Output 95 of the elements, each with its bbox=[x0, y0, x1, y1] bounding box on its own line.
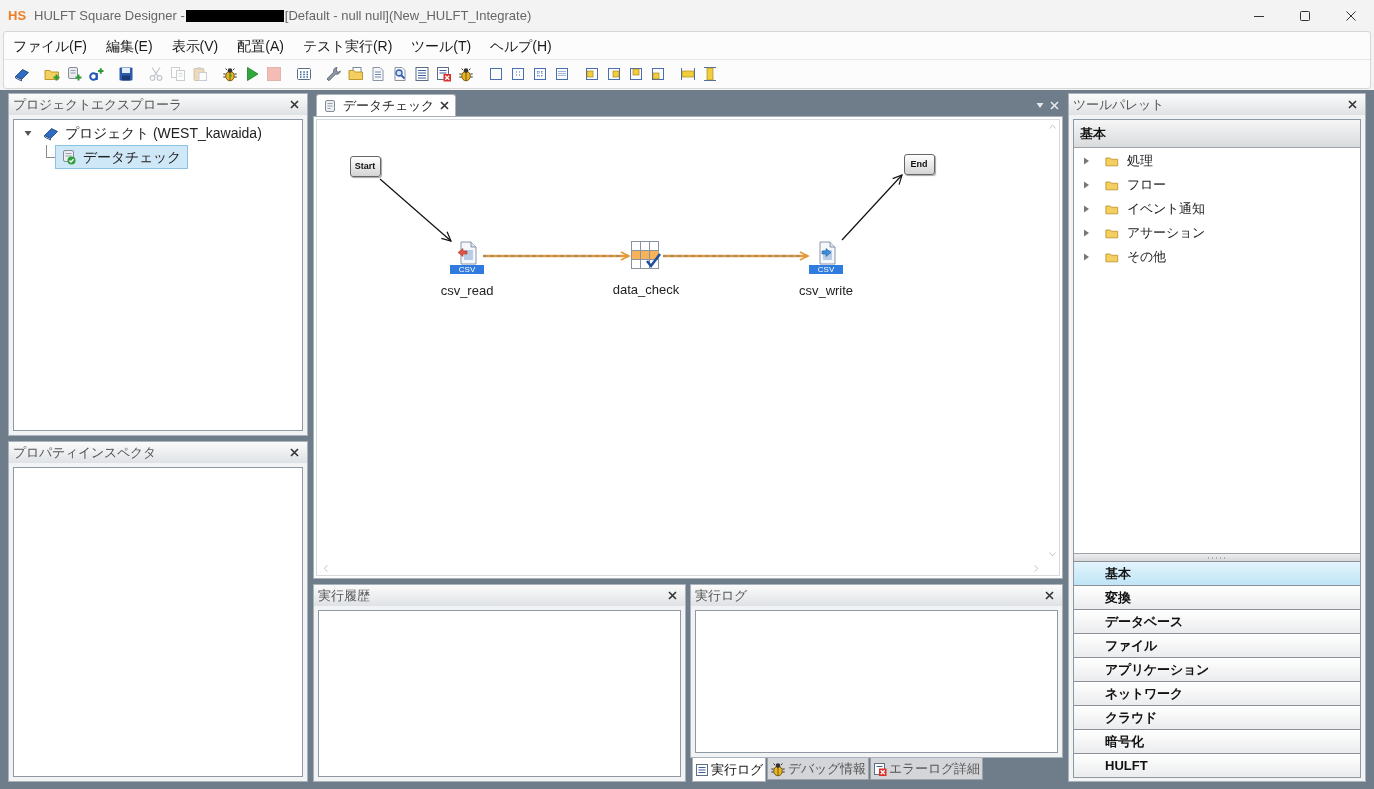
list-icon bbox=[695, 762, 709, 777]
keypad-icon[interactable] bbox=[296, 66, 312, 82]
category-item[interactable]: 基本 bbox=[1074, 561, 1360, 585]
tree-item[interactable]: アサーション bbox=[1102, 222, 1208, 244]
close-icon[interactable] bbox=[290, 100, 299, 109]
tree-item[interactable]: フロー bbox=[1102, 174, 1169, 196]
menu-item[interactable]: 編集(E) bbox=[101, 36, 157, 55]
panel-title: 実行ログ bbox=[695, 589, 747, 602]
panel-title: プロジェクトエクスプローラ bbox=[13, 98, 182, 111]
app-logo: HS bbox=[8, 9, 27, 22]
node-label: data_check bbox=[612, 282, 680, 297]
log-tab[interactable]: エラーログ詳細 bbox=[870, 758, 983, 780]
node-label: csv_read bbox=[440, 283, 494, 298]
menu-item[interactable]: テスト実行(R) bbox=[298, 36, 397, 55]
tree-item[interactable]: 処理 bbox=[1102, 150, 1156, 172]
caret-down-icon[interactable] bbox=[24, 129, 32, 137]
palette-group-header: 基本 bbox=[1074, 120, 1360, 148]
flow-arrow bbox=[841, 174, 903, 241]
bug-icon bbox=[770, 760, 786, 777]
caret-down-icon[interactable] bbox=[1036, 101, 1044, 109]
category-item[interactable]: クラウド bbox=[1074, 705, 1360, 729]
node-label: csv_write bbox=[798, 283, 854, 298]
dotted-frame-icon[interactable] bbox=[510, 66, 526, 82]
panel-title: ツールパレット bbox=[1073, 98, 1164, 111]
list-icon[interactable] bbox=[414, 66, 430, 82]
document-icon[interactable] bbox=[370, 66, 386, 82]
folder-icon[interactable] bbox=[348, 66, 364, 82]
scroll-plus-icon[interactable] bbox=[66, 66, 82, 82]
close-icon[interactable] bbox=[1346, 10, 1356, 21]
same-width-icon[interactable] bbox=[680, 66, 696, 82]
scroll-check-icon bbox=[61, 149, 77, 165]
category-item[interactable]: 変換 bbox=[1074, 585, 1360, 609]
menu-item[interactable]: ツール(T) bbox=[407, 36, 476, 55]
folder-icon bbox=[1105, 202, 1119, 216]
category-item[interactable]: アプリケーション bbox=[1074, 657, 1360, 681]
script-icon bbox=[323, 98, 337, 113]
wrench-icon[interactable] bbox=[326, 66, 342, 82]
magnifier-icon[interactable] bbox=[392, 66, 408, 82]
panel-title: 実行履歴 bbox=[318, 589, 370, 602]
grid-frame-icon[interactable] bbox=[532, 66, 548, 82]
tree-item[interactable]: イベント通知 bbox=[1102, 198, 1208, 220]
play-icon[interactable] bbox=[244, 66, 260, 82]
folder-icon bbox=[1105, 178, 1119, 192]
window-title: [Default - null null](New_HULFT_Integrate) bbox=[284, 6, 532, 25]
caret-right-icon[interactable] bbox=[1082, 229, 1090, 237]
close-icon[interactable] bbox=[1045, 591, 1054, 600]
tree-item[interactable]: データチェック bbox=[55, 145, 188, 169]
menu-item[interactable]: ファイル(F) bbox=[9, 36, 91, 55]
editor-tab[interactable]: データチェック bbox=[316, 94, 456, 116]
align-right-icon[interactable] bbox=[606, 66, 622, 82]
caret-right-icon[interactable] bbox=[1082, 253, 1090, 261]
dense-grid-icon[interactable] bbox=[554, 66, 570, 82]
book-icon bbox=[43, 125, 59, 141]
category-item[interactable]: データベース bbox=[1074, 609, 1360, 633]
close-icon[interactable] bbox=[440, 101, 449, 110]
bug-icon[interactable] bbox=[458, 66, 474, 82]
terminal-node: End bbox=[903, 154, 935, 175]
terminal-node: Start bbox=[349, 156, 381, 177]
file-import-icon bbox=[455, 241, 479, 265]
close-icon[interactable] bbox=[668, 591, 677, 600]
window-title: HULFT Square Designer - bbox=[34, 6, 185, 25]
category-item[interactable]: 暗号化 bbox=[1074, 729, 1360, 753]
caret-right-icon[interactable] bbox=[1082, 157, 1090, 165]
align-bottom-icon[interactable] bbox=[650, 66, 666, 82]
file-type-tag: CSV bbox=[809, 265, 843, 274]
close-icon[interactable] bbox=[1348, 100, 1357, 109]
caret-right-icon[interactable] bbox=[1082, 205, 1090, 213]
panel-title: プロパティインスペクタ bbox=[13, 446, 156, 459]
folder-icon bbox=[1105, 250, 1119, 264]
category-item[interactable]: ファイル bbox=[1074, 633, 1360, 657]
table-check-icon bbox=[631, 241, 661, 271]
category-item[interactable]: ネットワーク bbox=[1074, 681, 1360, 705]
log-tab[interactable]: 実行ログ bbox=[692, 758, 766, 782]
square-frame-icon[interactable] bbox=[488, 66, 504, 82]
close-icon[interactable] bbox=[290, 448, 299, 457]
log-tab[interactable]: デバッグ情報 bbox=[767, 758, 869, 780]
align-top-icon[interactable] bbox=[628, 66, 644, 82]
text-plus-icon[interactable] bbox=[88, 66, 104, 82]
align-left-icon[interactable] bbox=[584, 66, 600, 82]
caret-right-icon[interactable] bbox=[1082, 181, 1090, 189]
same-height-icon[interactable] bbox=[702, 66, 718, 82]
menu-item[interactable]: 配置(A) bbox=[233, 36, 288, 55]
menu-item[interactable]: ヘルプ(H) bbox=[486, 36, 556, 55]
book-icon[interactable] bbox=[14, 66, 30, 82]
folder-icon bbox=[1105, 154, 1119, 168]
error-list-icon[interactable] bbox=[436, 66, 452, 82]
tree-item[interactable]: プロジェクト (WEST_kawaida) bbox=[40, 121, 265, 145]
maximize-icon[interactable] bbox=[1300, 10, 1310, 21]
folder-icon bbox=[1105, 226, 1119, 240]
bug-icon[interactable] bbox=[222, 66, 238, 82]
menu-item[interactable]: 表示(V) bbox=[167, 36, 223, 55]
error-list-icon bbox=[873, 761, 887, 776]
file-type-tag: CSV bbox=[450, 265, 484, 274]
category-item[interactable]: HULFT bbox=[1074, 753, 1360, 777]
tree-item[interactable]: その他 bbox=[1102, 246, 1169, 268]
